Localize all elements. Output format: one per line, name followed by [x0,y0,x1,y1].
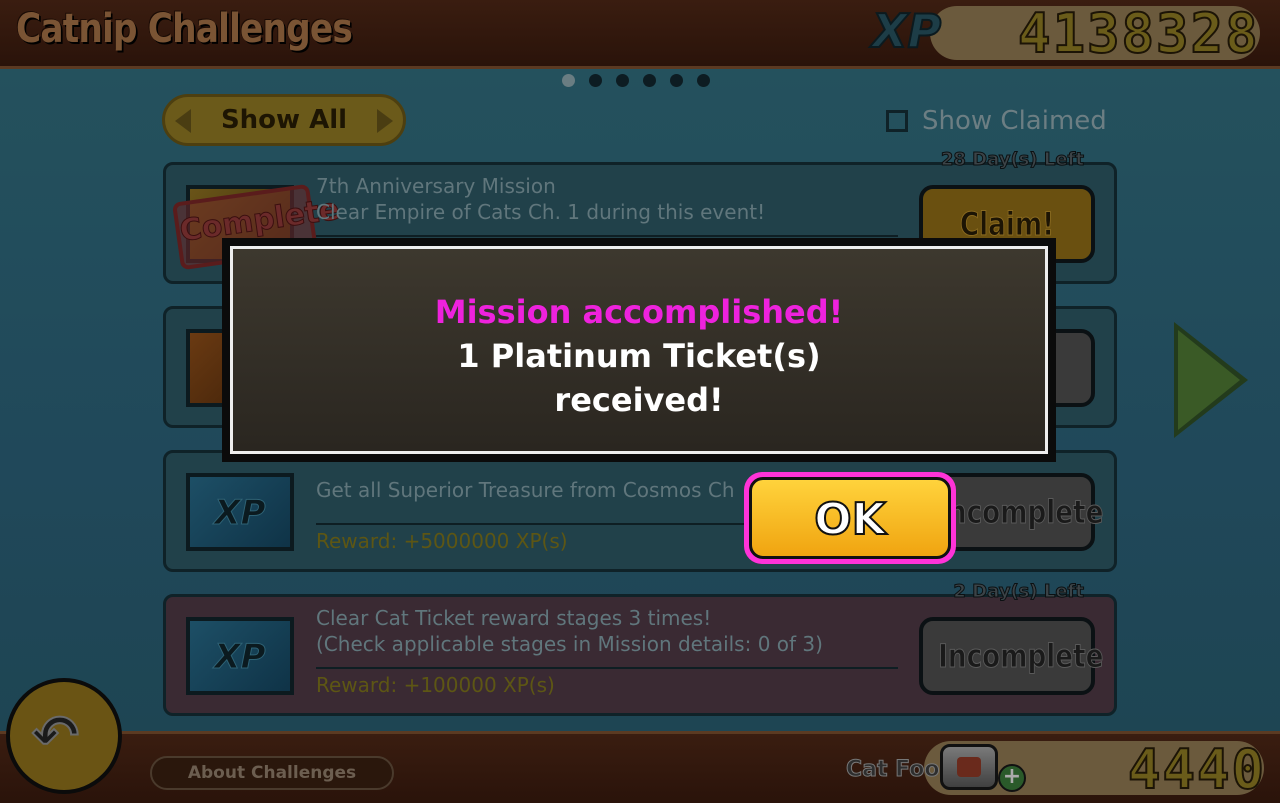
divider [316,667,898,669]
page-dot [670,74,683,87]
days-left: 2 Day(s) Left [953,581,1085,603]
incomplete-button-label: Incomplete [938,637,1104,676]
dialog-message-line: received! [554,381,724,419]
mission-card: XP Clear Cat Ticket reward stages 3 time… [163,581,1117,716]
mission-card: XP Get all Superior Treasure from Cosmos… [163,450,1117,572]
page-dot [562,74,575,87]
cat-food-can-icon [940,744,998,790]
xp-value: 4138328 [1017,1,1260,66]
mission-description: 7th Anniversary Mission Clear Empire of … [316,173,765,225]
plus-icon[interactable]: + [998,764,1026,792]
page-title: Catnip Challenges [16,6,353,52]
top-bar: Catnip Challenges XP 4138328 [0,0,1280,69]
page-dot [589,74,602,87]
dialog-title: Mission accomplished! [434,293,844,331]
dialog-message-line: 1 Platinum Ticket(s) [457,337,821,375]
xp-thumbnail-label: XP [214,637,266,678]
mission-description: Clear Cat Ticket reward stages 3 times! … [316,605,823,657]
page-dot [697,74,710,87]
filter-selector[interactable]: Show All [162,94,406,146]
next-page-arrow-icon[interactable] [1174,322,1248,438]
mission-title-line: 7th Anniversary Mission [316,174,556,198]
mission-reward: Reward: +5000000 XP(s) [316,529,568,553]
ok-button-face: OK [749,477,951,559]
xp-thumbnail-label: XP [214,493,266,534]
page-dot [643,74,656,87]
cat-food-label: Cat Food [845,757,956,783]
divider [316,235,898,237]
ok-button[interactable]: OK [744,472,956,564]
back-arrow-icon: ↶ [31,703,80,770]
ok-button-label: OK [813,493,886,546]
reward-dialog: Mission accomplished! 1 Platinum Ticket(… [222,238,1056,462]
mission-title-line: Clear Empire of Cats Ch. 1 during this e… [316,200,766,224]
mission-reward: Reward: +100000 XP(s) [316,673,555,697]
cat-food-value: 4440 [1127,737,1267,802]
mission-title-line: (Check applicable stages in Mission deta… [316,632,823,656]
incomplete-button-label: Incomplete [938,493,1104,532]
filter-next-arrow-icon[interactable] [377,109,393,133]
mission-title-line: Get all Superior Treasure from Cosmos Ch [316,478,735,502]
about-challenges-button[interactable]: About Challenges [150,756,394,790]
mission-title-line: Clear Cat Ticket reward stages 3 times! [316,606,712,630]
xp-label: XP [871,3,942,59]
incomplete-button[interactable]: Incomplete [919,617,1104,695]
back-button[interactable]: ↶ [6,678,122,794]
about-challenges-label: About Challenges [187,763,357,783]
xp-thumbnail: XP [186,617,294,695]
page-dot [616,74,629,87]
reward-dialog-body: Mission accomplished! 1 Platinum Ticket(… [230,246,1048,454]
mission-description: Get all Superior Treasure from Cosmos Ch [316,477,735,503]
show-claimed-toggle[interactable]: Show Claimed [886,106,1107,136]
show-claimed-checkbox[interactable] [886,110,908,132]
show-claimed-label: Show Claimed [922,106,1107,136]
days-left: 28 Day(s) Left [940,149,1084,171]
xp-thumbnail: XP [186,473,294,551]
page-indicator [562,74,710,87]
filter-label: Show All [220,105,348,135]
